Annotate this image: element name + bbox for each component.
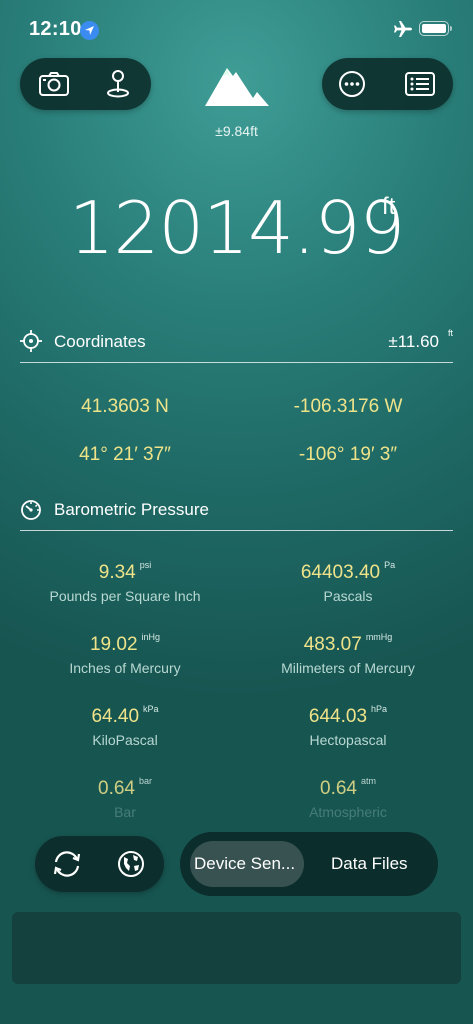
mountain-icon [205,68,269,106]
pressure-value: 64.40 [91,706,140,727]
pressure-value: 483.07 [303,634,362,655]
right-toolbar [322,58,453,110]
latitude-dms: 41° 21′ 37″ [79,444,171,465]
pressure-label: Bar [114,804,136,820]
altitude-display: 12014.99 [0,186,473,270]
pressure-inhg: 19.02 inHg Inches of Mercury [7,632,243,676]
longitude-dms: -106° 19′ 3″ [298,444,398,465]
coordinates-title: Coordinates [54,332,146,351]
segment-device-sensors[interactable]: Device Sen... [194,854,295,874]
list-panel-icon [405,72,435,96]
pressure-mmhg: 483.07 mmHg Milimeters of Mercury [230,632,466,676]
latitude-decimal: 41.3603 N [81,396,169,417]
pressure-value: 0.64 [320,778,357,799]
pressure-unit: psi [139,560,152,570]
map-pin-icon [107,70,129,98]
pressure-label: Atmospheric [309,804,387,820]
pressure-label: Pounds per Square Inch [49,588,201,604]
more-button[interactable] [322,58,382,110]
refresh-icon [53,851,81,877]
left-toolbar [20,58,151,110]
pressure-value: 0.64 [98,778,135,799]
pressure-value: 644.03 [308,706,368,727]
pressure-unit: inHg [141,632,161,642]
pressure-value: 9.34 [98,562,136,583]
pressure-hpa: 644.03 hPa Hectopascal [230,704,466,748]
ellipsis-circle-icon [339,71,365,97]
pressure-label: Hectopascal [309,732,387,748]
airplane-icon [394,21,412,37]
pressure-unit: atm [360,776,376,786]
bottom-panel [12,912,461,984]
bottom-left-toolbar [35,836,164,892]
pressure-unit: bar [138,776,152,786]
list-button[interactable] [390,58,450,110]
pressure-label: KiloPascal [92,732,158,748]
pressure-unit: hPa [371,704,388,714]
pressure-unit: mmHg [365,632,393,642]
pressure-value: 64403.40 [300,562,381,583]
pressure-kpa: 64.40 kPa KiloPascal [7,704,243,748]
pressure-title: Barometric Pressure [54,500,209,519]
pressure-bar: 0.64 bar Bar [7,776,243,820]
altitude-value: 12014.99 [68,186,406,270]
altitude-accuracy: ±9.84ft [215,123,258,139]
status-bar: 12:10 [0,0,473,58]
pressure-label: Pascals [323,588,373,604]
gauge-icon [21,500,41,520]
camera-button[interactable] [24,58,84,110]
camera-icon [39,72,69,96]
status-time: 12:10 [29,18,82,40]
segment-data-files[interactable]: Data Files [331,854,408,874]
pressure-value: 19.02 [89,634,138,655]
coordinates-accuracy-unit: ft [447,328,453,338]
globe-icon [118,851,144,877]
pressure-label: Milimeters of Mercury [281,660,415,676]
crosshair-icon [20,330,42,352]
coordinates-accuracy: ±11.60 [388,332,439,351]
pressure-label: Inches of Mercury [69,660,181,676]
battery-icon [419,21,452,36]
location-pin-button[interactable] [88,58,148,110]
pressure-header: Barometric Pressure [20,490,453,531]
pressure-pa: 64403.40 Pa Pascals [230,560,466,604]
source-segmented-control: Device Sen... Data Files [180,832,438,896]
longitude-decimal: -106.3176 W [293,396,403,417]
pressure-unit: kPa [143,704,159,714]
location-arrow-icon [80,21,99,40]
coordinates-header: Coordinates ±11.60 ft [20,322,453,363]
map-button[interactable] [101,836,161,892]
pressure-psi: 9.34 psi Pounds per Square Inch [7,560,243,604]
altitude-unit: ft [382,193,396,220]
refresh-button[interactable] [37,836,97,892]
pressure-unit: Pa [384,560,396,570]
pressure-atm: 0.64 atm Atmospheric [230,776,466,820]
